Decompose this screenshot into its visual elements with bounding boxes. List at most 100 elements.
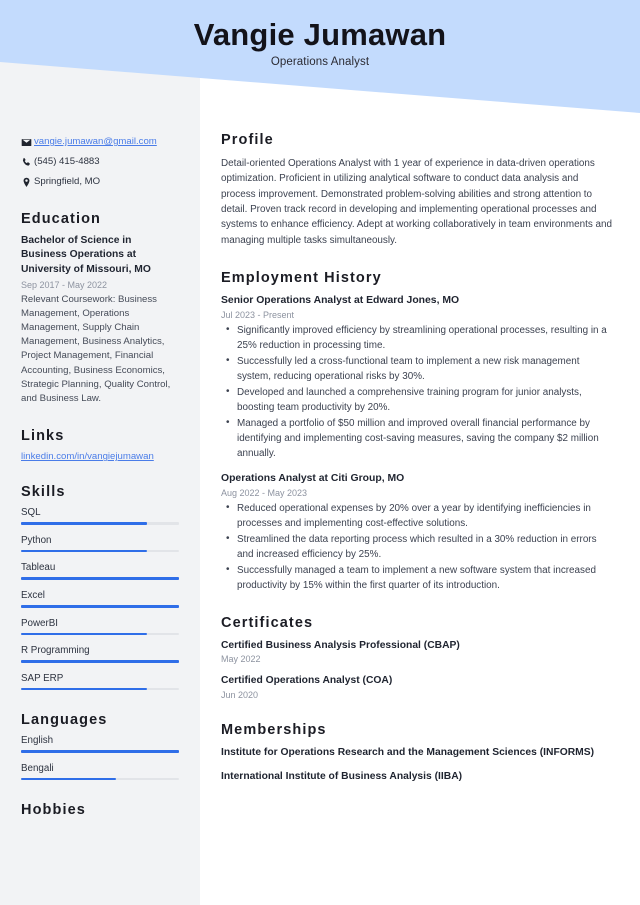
job-title: Operations Analyst at Citi Group, MO xyxy=(221,473,405,485)
memberships-list: Institute for Operations Research and th… xyxy=(221,746,613,785)
languages-list: English Bengali xyxy=(21,735,179,781)
contact-phone: (545) 415-4883 xyxy=(34,155,100,167)
job-bullet: Significantly improved efficiency by str… xyxy=(221,322,613,353)
bar-label: Excel xyxy=(21,589,45,601)
certificates-list: Certified Business Analysis Professional… xyxy=(221,639,613,700)
job-bullet: Reduced operational expenses by 20% over… xyxy=(221,500,613,531)
job-bullet: Streamlined the data reporting process w… xyxy=(221,531,613,562)
bar-track xyxy=(21,687,179,691)
hobbies-heading: Hobbies xyxy=(21,802,86,819)
certificate-date: Jun 2020 xyxy=(221,689,259,700)
bar-item: Excel xyxy=(21,590,179,608)
links-heading: Links xyxy=(21,428,65,445)
bar-item: English xyxy=(21,735,179,753)
bar-label: Bengali xyxy=(21,762,54,774)
employment-heading: Employment History xyxy=(221,270,382,287)
bar-item: R Programming xyxy=(21,645,179,663)
map-pin-icon xyxy=(21,177,34,188)
hobbies-section: Hobbies xyxy=(21,802,179,818)
job-bullet-list: Reduced operational expenses by 20% over… xyxy=(221,500,613,593)
certificates-heading: Certificates xyxy=(221,614,314,631)
contact-list: vangie.jumawan@gmail.com (545) 415-4883 … xyxy=(21,136,179,189)
job-bullet-list: Significantly improved efficiency by str… xyxy=(221,322,613,461)
job-bullet: Managed a portfolio of $50 million and i… xyxy=(221,415,613,461)
contact-location: Springfield, MO xyxy=(34,175,101,187)
contact-email[interactable]: vangie.jumawan@gmail.com xyxy=(34,136,157,149)
bar-label: English xyxy=(21,735,54,747)
profile-text: Detail-oriented Operations Analyst with … xyxy=(221,158,613,246)
bar-fill xyxy=(21,522,148,525)
skills-heading: Skills xyxy=(21,484,66,501)
job-entry: Operations Analyst at Citi Group, MO Aug … xyxy=(221,472,613,593)
certificate-date: May 2022 xyxy=(221,654,261,665)
membership-item: Institute for Operations Research and th… xyxy=(221,746,595,758)
bar-fill xyxy=(21,777,116,781)
job-bullet: Successfully led a cross-functional team… xyxy=(221,353,613,384)
bar-fill xyxy=(21,604,179,608)
certificate-name: Certified Operations Analyst (COA) xyxy=(221,675,393,687)
bar-fill xyxy=(21,687,148,691)
bar-item: Python xyxy=(21,535,179,553)
contact-phone-row: (545) 415-4883 xyxy=(21,156,179,169)
languages-heading: Languages xyxy=(21,712,108,729)
certificate-name: Certified Business Analysis Professional… xyxy=(221,639,460,651)
bar-track xyxy=(21,604,179,608)
bar-label: SAP ERP xyxy=(21,672,64,684)
bar-label: R Programming xyxy=(21,645,90,657)
job-title: Senior Operations Analyst at Edward Jone… xyxy=(221,295,460,307)
resume-page: Vangie Jumawan Operations Analyst vangie… xyxy=(0,0,640,905)
certificate-item: Certified Operations Analyst (COA) Jun 20… xyxy=(221,674,613,699)
education-description: Relevant Coursework: Business Management… xyxy=(21,293,171,404)
memberships-section: Memberships Institute for Operations Res… xyxy=(221,722,613,785)
main-column: Profile Detail-oriented Operations Analy… xyxy=(200,0,640,807)
bar-fill xyxy=(21,549,148,553)
bar-track xyxy=(21,660,179,663)
bar-track xyxy=(21,750,179,753)
link-item[interactable]: linkedin.com/in/vangiejumawan xyxy=(21,451,179,462)
bar-item: Bengali xyxy=(21,763,179,781)
job-bullet: Successfully managed a team to implement… xyxy=(221,562,613,593)
education-date: Sep 2017 - May 2022 xyxy=(21,279,108,290)
phone-icon xyxy=(21,157,34,168)
bar-label: PowerBI xyxy=(21,617,59,629)
bar-item: PowerBI xyxy=(21,618,179,636)
bar-item: SAP ERP xyxy=(21,673,179,691)
languages-section: Languages English Bengali xyxy=(21,712,179,781)
membership-item: International Institute of Business Anal… xyxy=(221,771,463,783)
bar-fill xyxy=(21,632,148,636)
bar-item: Tableau xyxy=(21,562,179,580)
contact-email-row[interactable]: vangie.jumawan@gmail.com xyxy=(21,136,179,149)
education-section: Education Bachelor of Science in Busines… xyxy=(21,211,179,406)
bar-track xyxy=(21,632,179,636)
contact-location-row: Springfield, MO xyxy=(21,176,179,189)
envelope-icon xyxy=(21,137,34,148)
sidebar: vangie.jumawan@gmail.com (545) 415-4883 … xyxy=(0,0,200,905)
bar-track xyxy=(21,777,179,781)
bar-track xyxy=(21,577,179,580)
job-date: Jul 2023 - Present xyxy=(221,309,295,320)
bar-label: SQL xyxy=(21,507,41,519)
certificates-section: Certificates Certified Business Analysis… xyxy=(221,615,613,700)
skills-section: Skills SQL Python Tableau Excel PowerBI R Pro… xyxy=(21,484,179,691)
bar-fill xyxy=(21,660,179,663)
education-heading: Education xyxy=(21,210,101,227)
bar-label: Tableau xyxy=(21,562,56,574)
memberships-heading: Memberships xyxy=(221,721,327,738)
skills-list: SQL Python Tableau Excel PowerBI R Programmin… xyxy=(21,507,179,691)
bar-fill xyxy=(21,577,179,580)
link-linkedin[interactable]: linkedin.com/in/vangiejumawan xyxy=(21,451,154,462)
jobs-list: Senior Operations Analyst at Edward Jone… xyxy=(221,294,613,593)
bar-fill xyxy=(21,750,179,753)
job-date: Aug 2022 - May 2023 xyxy=(221,487,308,498)
profile-heading: Profile xyxy=(221,132,274,148)
bar-label: Python xyxy=(21,534,52,546)
bar-item: SQL xyxy=(21,507,179,525)
bar-track xyxy=(21,522,179,525)
job-bullet: Developed and launched a comprehensive t… xyxy=(221,384,613,415)
employment-section: Employment History Senior Operations Ana… xyxy=(221,270,613,593)
education-degree: Bachelor of Science in Business Operatio… xyxy=(21,234,151,276)
bar-track xyxy=(21,549,179,553)
links-section: Links linkedin.com/in/vangiejumawan xyxy=(21,428,179,462)
certificate-item: Certified Business Analysis Professional… xyxy=(221,639,613,664)
job-entry: Senior Operations Analyst at Edward Jone… xyxy=(221,294,613,461)
